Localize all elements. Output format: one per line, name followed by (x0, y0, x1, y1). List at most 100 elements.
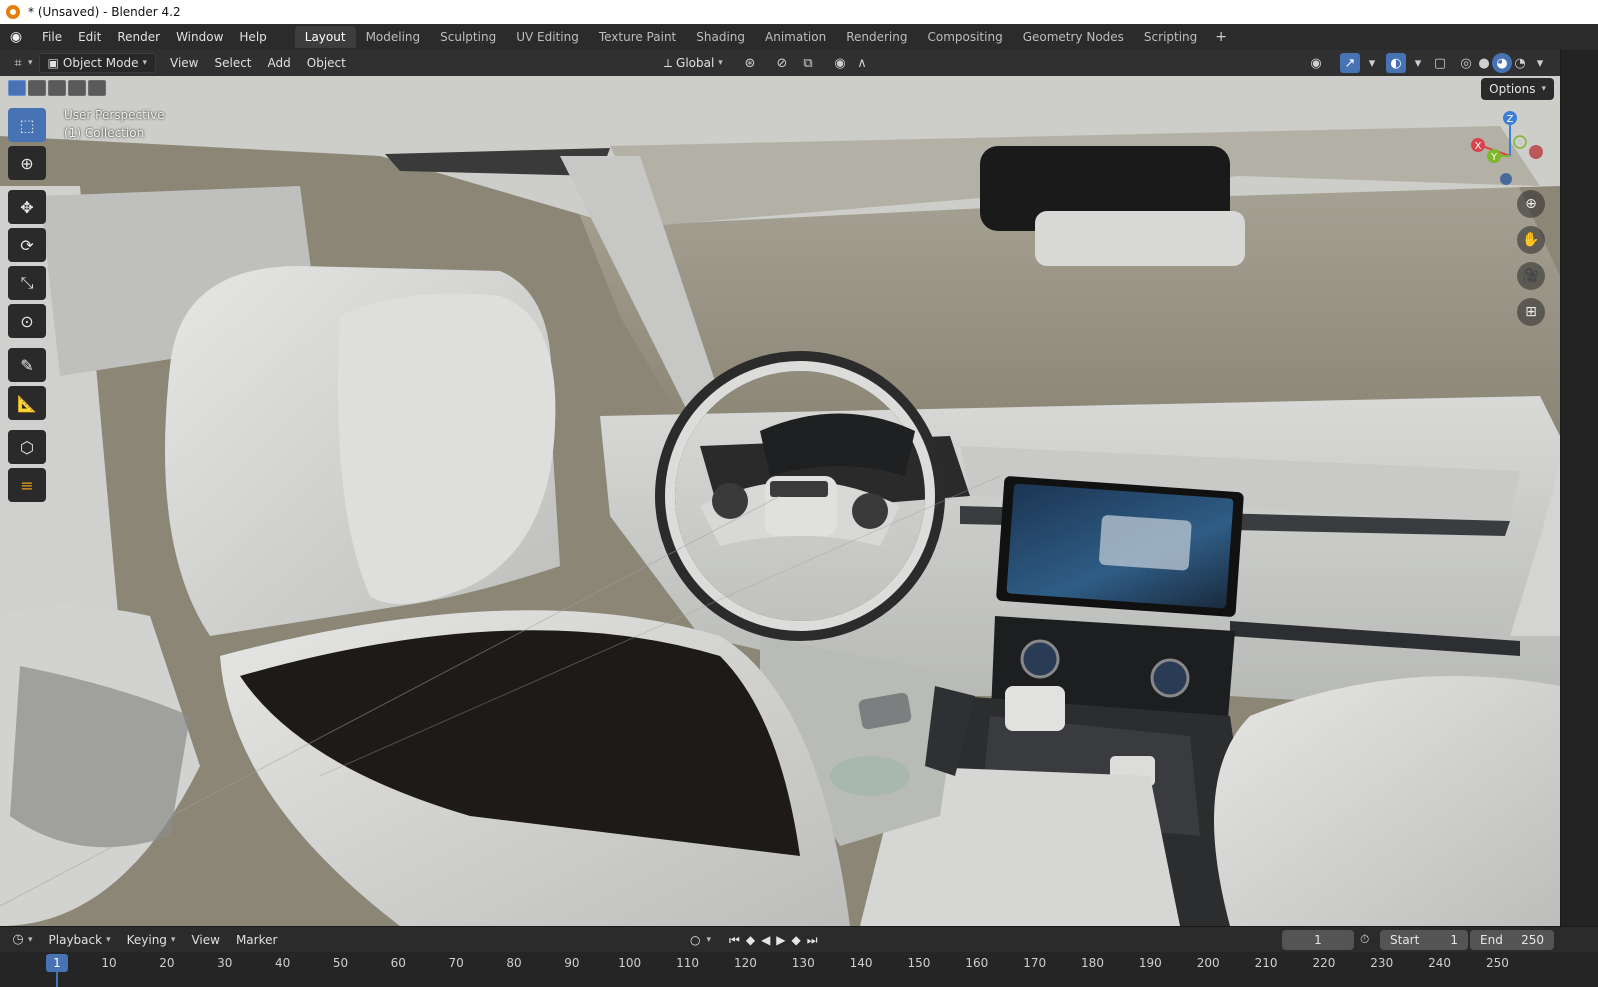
header-menu-view[interactable]: View (162, 53, 206, 73)
blender-menu-icon[interactable]: ◉ (6, 29, 26, 45)
start-frame-field[interactable]: Start 1 (1380, 930, 1468, 950)
tab-modeling[interactable]: Modeling (356, 26, 431, 48)
jump-end-icon[interactable]: ⏭ (807, 933, 818, 948)
menu-render[interactable]: Render (109, 30, 168, 44)
custom-tool-icon[interactable]: ≡ (8, 468, 46, 502)
timeline-ruler[interactable]: 1 10 20 30 40 50 60 70 80 90 100 110 120 130 140 150 16… (0, 952, 1598, 987)
gizmo-neg-x-axis[interactable] (1529, 145, 1543, 159)
viewport-collection-label: (1) Collection (64, 126, 145, 140)
workspace-tabs: Layout Modeling Sculpting UV Editing Tex… (294, 24, 1235, 50)
playhead-frame-indicator[interactable]: 1 (46, 954, 68, 972)
timeline-view-menu[interactable]: View (183, 933, 227, 947)
menu-window[interactable]: Window (168, 30, 231, 44)
select-extend-icon[interactable] (28, 80, 46, 96)
tab-sculpting[interactable]: Sculpting (430, 26, 506, 48)
material-preview-icon[interactable]: ◕ (1492, 53, 1512, 73)
tab-texture-paint[interactable]: Texture Paint (589, 26, 686, 48)
perspective-toggle-icon[interactable]: ⊞ (1517, 298, 1545, 326)
header-menu-add[interactable]: Add (260, 53, 299, 73)
zoom-icon[interactable]: ⊕ (1517, 190, 1545, 218)
stopwatch-icon[interactable]: ⏱ (1360, 932, 1369, 947)
select-new-icon[interactable] (8, 80, 26, 96)
header-menu-object[interactable]: Object (299, 53, 354, 73)
measure-tool-icon[interactable]: 📐 (8, 386, 46, 420)
tab-rendering[interactable]: Rendering (836, 26, 917, 48)
menu-edit[interactable]: Edit (70, 30, 109, 44)
pivot-point-icon[interactable]: ⊛ (740, 53, 760, 73)
solid-shading-icon[interactable]: ● (1474, 53, 1494, 73)
tab-geometry-nodes[interactable]: Geometry Nodes (1013, 26, 1134, 48)
next-keyframe-icon[interactable]: ◆ (792, 933, 801, 947)
proportional-edit-icon[interactable]: ◉ (830, 53, 850, 73)
timeline-tick-100: 100 (618, 956, 642, 970)
play-icon[interactable]: ▶ (776, 933, 785, 947)
tab-animation[interactable]: Animation (755, 26, 836, 48)
timeline-editor-icon[interactable]: ◷ (8, 930, 28, 950)
rotate-tool-icon[interactable]: ⟳ (8, 228, 46, 262)
overlay-toggle-icon[interactable]: ◐ (1386, 53, 1406, 73)
gizmo-neg-y-axis[interactable] (1513, 135, 1527, 149)
cursor-tool-icon[interactable]: ⊕ (8, 146, 46, 180)
navigation-gizmo[interactable]: Z X Y (1470, 106, 1550, 186)
auto-keying-icon[interactable]: ○ (690, 933, 700, 947)
pan-hand-icon[interactable]: ✋ (1517, 226, 1545, 254)
select-subtract-icon[interactable] (48, 80, 66, 96)
tab-layout[interactable]: Layout (294, 26, 356, 48)
gizmo-toggle-icon[interactable]: ↗ (1340, 53, 1360, 73)
sidebar-edge-strip[interactable] (1560, 50, 1598, 926)
chevron-down-icon[interactable]: ▾ (1408, 53, 1428, 73)
add-workspace-button[interactable]: + (1207, 29, 1235, 45)
jump-start-icon[interactable]: ⏮ (729, 933, 740, 948)
camera-view-icon[interactable]: 🎥 (1517, 262, 1545, 290)
timeline-tick-90: 90 (564, 956, 580, 970)
options-dropdown[interactable]: Options ▾ (1481, 78, 1554, 100)
keying-menu[interactable]: Keying ▾ (119, 933, 184, 947)
editor-type-icon[interactable]: ⌗ (8, 53, 28, 73)
tab-uv-editing[interactable]: UV Editing (506, 26, 589, 48)
annotate-tool-icon[interactable]: ✎ (8, 348, 46, 382)
start-label: Start (1390, 933, 1420, 947)
playback-controls: ○ ▾ ⏮ ◆ ◀ ▶ ◆ ⏭ (690, 927, 818, 953)
chevron-down-icon[interactable]: ▾ (1530, 53, 1550, 73)
tool-shelf: ⬚ ⊕ ✥ ⟳ ⤡ ⊙ ✎ 📐 ⬡ ≡ (8, 108, 48, 502)
timeline-tick-70: 70 (448, 956, 464, 970)
prev-keyframe-icon[interactable]: ◆ (746, 933, 755, 947)
play-reverse-icon[interactable]: ◀ (761, 933, 770, 947)
transform-orientation-dropdown[interactable]: ⟂ Global ▾ (656, 53, 731, 73)
car-interior-render (0, 76, 1560, 926)
select-intersect-icon[interactable] (88, 80, 106, 96)
visibility-icon[interactable]: ◉ (1306, 53, 1326, 73)
select-invert-icon[interactable] (68, 80, 86, 96)
object-mode-icon: ▣ (47, 56, 59, 70)
menu-help[interactable]: Help (231, 30, 274, 44)
add-cube-tool-icon[interactable]: ⬡ (8, 430, 46, 464)
chevron-down-icon[interactable]: ▾ (1362, 53, 1382, 73)
current-frame-field[interactable]: 1 (1282, 930, 1354, 950)
rendered-shading-icon[interactable]: ◔ (1510, 53, 1530, 73)
end-frame-field[interactable]: End 250 (1470, 930, 1554, 950)
header-menu-select[interactable]: Select (206, 53, 259, 73)
wireframe-shading-icon[interactable]: ◎ (1456, 53, 1476, 73)
tab-shading[interactable]: Shading (686, 26, 755, 48)
snap-icon[interactable]: ⊘ (772, 53, 792, 73)
scale-tool-icon[interactable]: ⤡ (8, 266, 46, 300)
tab-compositing[interactable]: Compositing (917, 26, 1012, 48)
xray-icon[interactable]: ▢ (1430, 53, 1450, 73)
object-mode-dropdown[interactable]: ▣ Object Mode ▾ (38, 53, 156, 73)
marker-menu[interactable]: Marker (228, 933, 285, 947)
move-tool-icon[interactable]: ✥ (8, 190, 46, 224)
transform-tool-icon[interactable]: ⊙ (8, 304, 46, 338)
playback-menu[interactable]: Playback ▾ (41, 933, 119, 947)
falloff-icon[interactable]: ∧ (852, 53, 872, 73)
gizmo-neg-z-axis[interactable] (1500, 173, 1512, 185)
menu-file[interactable]: File (34, 30, 70, 44)
select-box-tool-icon[interactable]: ⬚ (8, 108, 46, 142)
3d-viewport[interactable]: Z X Y (0, 76, 1560, 926)
timeline-tick-30: 30 (217, 956, 233, 970)
current-frame-value: 1 (1314, 933, 1322, 947)
tab-scripting[interactable]: Scripting (1134, 26, 1207, 48)
end-value: 250 (1521, 933, 1544, 947)
snap-target-icon[interactable]: ⧉ (798, 53, 818, 73)
timeline-tick-130: 130 (791, 956, 815, 970)
timeline-tick-220: 220 (1312, 956, 1336, 970)
